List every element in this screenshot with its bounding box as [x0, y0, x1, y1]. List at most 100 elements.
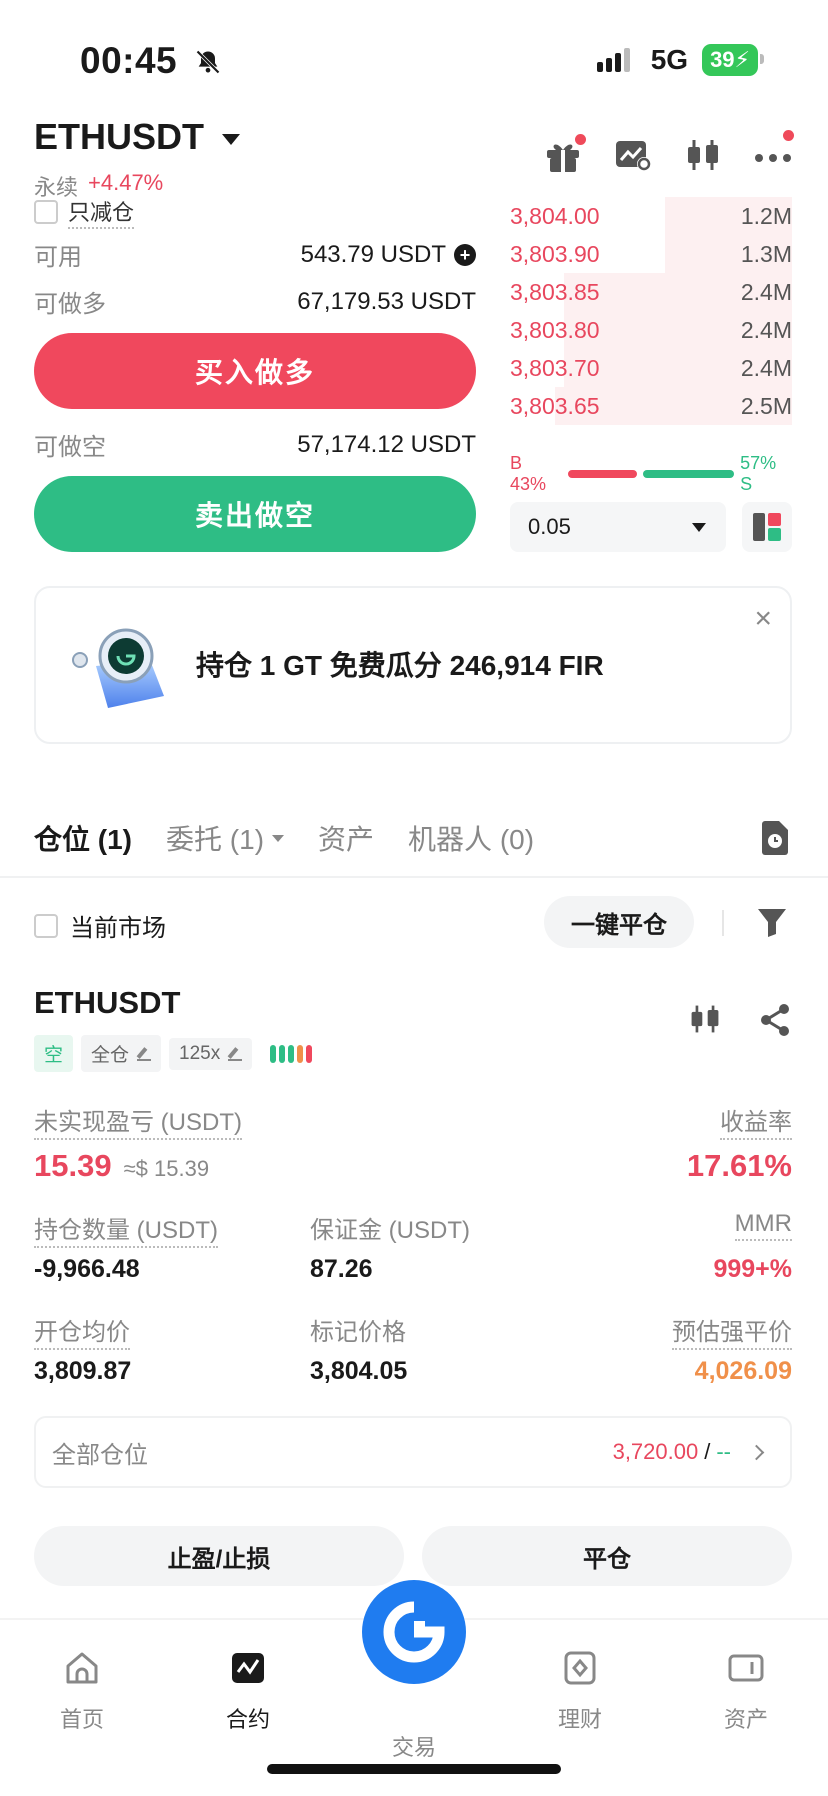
- sell-short-button[interactable]: 卖出做空: [34, 476, 476, 552]
- position-tags: 空 全仓 125x: [34, 1035, 313, 1072]
- nav-home[interactable]: 首页: [32, 1650, 132, 1734]
- orderbook-ask-row[interactable]: 3,803.85 2.4M: [510, 273, 792, 311]
- nav-earn[interactable]: 理财: [530, 1650, 630, 1734]
- add-funds-icon[interactable]: +: [454, 243, 476, 266]
- checkbox[interactable]: [34, 913, 58, 938]
- available-label: 可用: [34, 244, 82, 271]
- tab-positions[interactable]: 仓位 (1): [34, 818, 132, 858]
- more-icon[interactable]: [754, 130, 794, 172]
- edit-icon: [228, 1047, 243, 1061]
- position-icons: [688, 1003, 792, 1037]
- precision-value: 0.05: [528, 514, 571, 539]
- nav-futures[interactable]: 合约: [198, 1650, 298, 1734]
- orderbook-ask-row[interactable]: 3,804.00 1.2M: [510, 197, 792, 235]
- candlestick-icon[interactable]: [688, 1003, 722, 1035]
- gate-logo-icon: [383, 1601, 445, 1663]
- home-indicator: [267, 1764, 561, 1774]
- roe-label: 收益率: [720, 1102, 792, 1140]
- ask-size: 2.4M: [740, 354, 792, 381]
- ask-size: 1.2M: [740, 202, 792, 229]
- buy-ratio: B 43%: [510, 453, 547, 494]
- mark-price-value: 3,804.05: [310, 1357, 408, 1385]
- buy-long-button[interactable]: 买入做多: [34, 333, 476, 409]
- share-icon[interactable]: [758, 1003, 792, 1037]
- orderbook-ask-row[interactable]: 3,803.80 2.4M: [510, 311, 792, 349]
- long-label: 可做多: [34, 291, 106, 318]
- orderbook-ask-row[interactable]: 3,803.90 1.3M: [510, 235, 792, 273]
- nav-assets[interactable]: 资产: [696, 1650, 796, 1734]
- tab-orders[interactable]: 委托 (1): [166, 818, 285, 858]
- tab-bots[interactable]: 机器人 (0): [408, 818, 534, 858]
- orderbook-ask-row[interactable]: 3,803.65 2.5M: [510, 387, 792, 425]
- long-row: 可做多 67,179.53 USDT: [34, 284, 476, 319]
- bell-off-icon: [196, 50, 220, 74]
- checkbox[interactable]: [34, 200, 58, 224]
- available-value: 543.79 USDT +: [301, 241, 476, 269]
- reduce-only-checkbox[interactable]: 只减仓: [34, 195, 135, 229]
- ask-size: 2.5M: [740, 392, 792, 419]
- mmr-label: MMR: [734, 1210, 792, 1241]
- buy-sell-ratio: B 43% 57% S: [510, 453, 792, 495]
- entry-price-value: 3,809.87: [34, 1357, 132, 1385]
- ask-size: 2.4M: [740, 278, 792, 305]
- position-tabs: 仓位 (1) 委托 (1) 资产 机器人 (0): [34, 818, 534, 858]
- short-label: 可做空: [34, 434, 106, 461]
- liquidation-price-label: 预估强平价: [672, 1312, 792, 1350]
- history-doc-icon[interactable]: [760, 820, 790, 856]
- position-symbol: ETHUSDT: [34, 985, 181, 1020]
- chevron-down-icon: [272, 834, 285, 842]
- close-all-button[interactable]: 一键平仓: [544, 896, 694, 948]
- separator: [722, 910, 724, 936]
- all-positions-row[interactable]: 全部仓位 3,720.00 / --: [34, 1416, 792, 1488]
- tabs-divider: [0, 876, 828, 878]
- candlestick-icon[interactable]: [684, 138, 722, 172]
- orderbook-layout-button[interactable]: [742, 502, 792, 552]
- signal-icon: [596, 48, 630, 72]
- status-right: 5G 39⚡: [596, 44, 764, 76]
- tp-sl-button[interactable]: 止盈/止损: [34, 1526, 404, 1586]
- edit-icon: [137, 1047, 152, 1061]
- current-market-filter[interactable]: 当前市场: [34, 908, 166, 943]
- wallet-icon: [728, 1654, 764, 1682]
- unrealized-pnl-label: 未实现盈亏 (USDT): [34, 1102, 242, 1140]
- ask-price: 3,803.65: [510, 392, 600, 419]
- short-row: 可做空 57,174.12 USDT: [34, 427, 476, 462]
- side-tag: 空: [34, 1035, 74, 1072]
- margin-mode-tag[interactable]: 全仓: [81, 1035, 162, 1072]
- tab-assets[interactable]: 资产: [318, 818, 374, 858]
- chevron-down-icon: [222, 133, 240, 145]
- roe-value: 17.61%: [686, 1148, 792, 1183]
- battery-icon: 39⚡: [702, 44, 764, 76]
- reduce-only-label: 只减仓: [68, 195, 135, 229]
- margin-label: 保证金 (USDT): [310, 1217, 470, 1244]
- close-position-button[interactable]: 平仓: [422, 1526, 792, 1586]
- chevron-down-icon: [692, 522, 706, 532]
- ask-price: 3,804.00: [510, 202, 600, 229]
- risk-level-icon: [270, 1044, 313, 1063]
- ask-price: 3,803.70: [510, 354, 600, 381]
- orderbook-ask-row[interactable]: 3,803.70 2.4M: [510, 349, 792, 387]
- position-size-label: 持仓数量 (USDT): [34, 1210, 218, 1248]
- buy-ratio-bar: [567, 470, 637, 478]
- symbol-selector[interactable]: ETHUSDT: [34, 116, 240, 158]
- margin-value: 87.26: [310, 1255, 373, 1283]
- promo-banner[interactable]: 持仓 1 GT 免费瓜分 246,914 FIR ×: [34, 586, 792, 744]
- available-row: 可用 543.79 USDT +: [34, 237, 476, 272]
- trade-fab-button[interactable]: [362, 1580, 466, 1684]
- all-positions-label: 全部仓位: [52, 1441, 148, 1469]
- mark-price-label: 标记价格: [310, 1319, 406, 1346]
- all-positions-value: 3,720.00 / --: [613, 1439, 765, 1465]
- chevron-right-icon: [748, 1444, 765, 1460]
- order-book: 3,804.00 1.2M 3,803.90 1.3M 3,803.85 2.4M 3,80…: [510, 197, 792, 425]
- chart-settings-icon[interactable]: [614, 138, 652, 172]
- precision-select[interactable]: 0.05: [510, 502, 726, 552]
- position-size-value: -9,966.48: [34, 1255, 140, 1283]
- sell-ratio-bar: [642, 470, 735, 478]
- nav-trade[interactable]: 交易: [364, 1730, 464, 1762]
- time-text: 00:45: [80, 40, 178, 81]
- leverage-tag[interactable]: 125x: [169, 1037, 253, 1070]
- ask-price: 3,803.80: [510, 316, 600, 343]
- close-icon[interactable]: ×: [754, 602, 772, 636]
- filter-icon[interactable]: [756, 906, 788, 938]
- gift-icon[interactable]: [544, 134, 586, 172]
